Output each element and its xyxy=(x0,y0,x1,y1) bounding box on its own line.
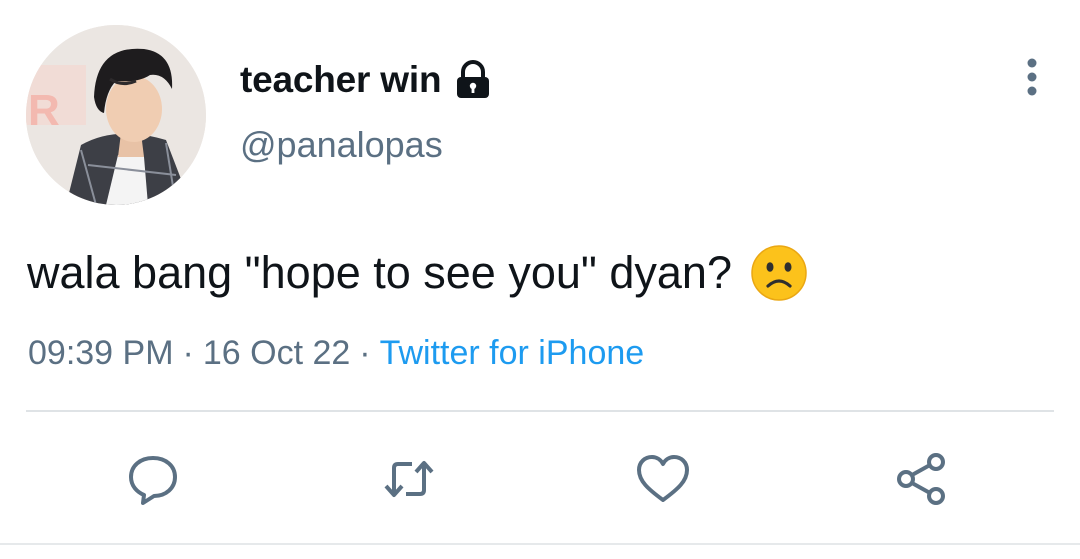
username[interactable]: @panalopas xyxy=(240,124,443,166)
svg-text:R: R xyxy=(28,86,60,135)
slightly-frowning-face-icon xyxy=(751,245,807,301)
meta-separator: · xyxy=(359,334,371,372)
more-vertical-icon[interactable] xyxy=(1012,55,1052,99)
avatar[interactable]: R xyxy=(26,25,206,205)
lock-icon xyxy=(457,60,490,98)
bottom-divider xyxy=(0,543,1080,545)
tweet-time: 09:39 PM xyxy=(28,334,174,372)
avatar-image: R xyxy=(26,25,206,205)
heart-icon[interactable] xyxy=(634,450,692,508)
divider xyxy=(26,410,1054,412)
display-name[interactable]: teacher win xyxy=(240,59,442,101)
tweet-text: wala bang "hope to see you" dyan? xyxy=(27,244,808,302)
tweet-detail: R teacher win @panalopas wala bang "hope… xyxy=(0,0,1080,559)
meta-separator: · xyxy=(182,334,194,372)
tweet-meta: 09:39 PM · 16 Oct 22 · Twitter for iPhone xyxy=(28,334,644,373)
tweet-date: 16 Oct 22 xyxy=(202,334,351,372)
tweet-source-link[interactable]: Twitter for iPhone xyxy=(380,334,645,372)
retweet-icon[interactable] xyxy=(380,450,438,508)
reply-icon[interactable] xyxy=(124,450,182,508)
display-name-row: teacher win xyxy=(240,56,491,104)
tweet-text-content: wala bang "hope to see you" dyan? xyxy=(27,247,732,298)
share-icon[interactable] xyxy=(892,450,950,508)
